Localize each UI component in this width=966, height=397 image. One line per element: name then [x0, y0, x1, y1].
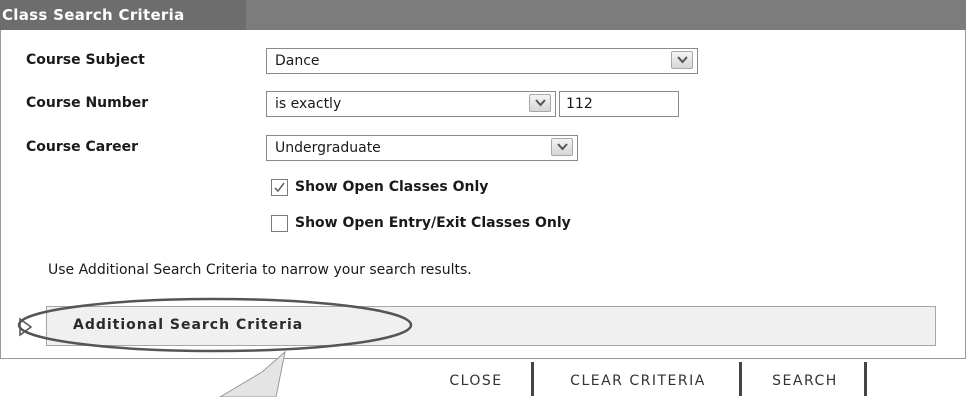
course-number-operator-select[interactable]: is exactly [266, 91, 556, 117]
course-number-label: Course Number [26, 95, 149, 111]
course-career-label: Course Career [26, 139, 138, 155]
button-divider [531, 362, 534, 396]
course-subject-value: Dance [275, 53, 320, 69]
open-classes-label: Show Open Classes Only [295, 179, 489, 195]
open-entry-label: Show Open Entry/Exit Classes Only [295, 215, 571, 231]
open-classes-checkbox[interactable] [271, 179, 288, 196]
course-number-input[interactable]: 112 [559, 91, 679, 117]
course-subject-select[interactable]: Dance [266, 48, 698, 74]
header-strip [246, 0, 966, 30]
chevron-down-icon[interactable] [671, 51, 693, 69]
search-button[interactable]: SEARCH [748, 366, 862, 396]
course-number-operator-value: is exactly [275, 96, 342, 112]
course-career-value: Undergraduate [275, 140, 381, 156]
hint-text: Use Additional Search Criteria to narrow… [48, 262, 472, 278]
chevron-down-icon[interactable] [551, 138, 573, 156]
expand-triangle-icon[interactable] [18, 317, 34, 337]
panel-title: Class Search Criteria [2, 6, 185, 24]
close-button[interactable]: CLOSE [425, 366, 527, 396]
additional-search-criteria-label: Additional Search Criteria [73, 317, 304, 333]
course-career-select[interactable]: Undergraduate [266, 135, 578, 161]
open-entry-checkbox[interactable] [271, 215, 288, 232]
panel-header: Class Search Criteria [0, 0, 966, 30]
button-divider [739, 362, 742, 396]
additional-search-criteria-section[interactable]: Additional Search Criteria [46, 306, 936, 346]
button-divider [864, 362, 867, 396]
chevron-down-icon[interactable] [529, 94, 551, 112]
course-subject-label: Course Subject [26, 52, 145, 68]
clear-criteria-button[interactable]: CLEAR CRITERIA [540, 366, 736, 396]
